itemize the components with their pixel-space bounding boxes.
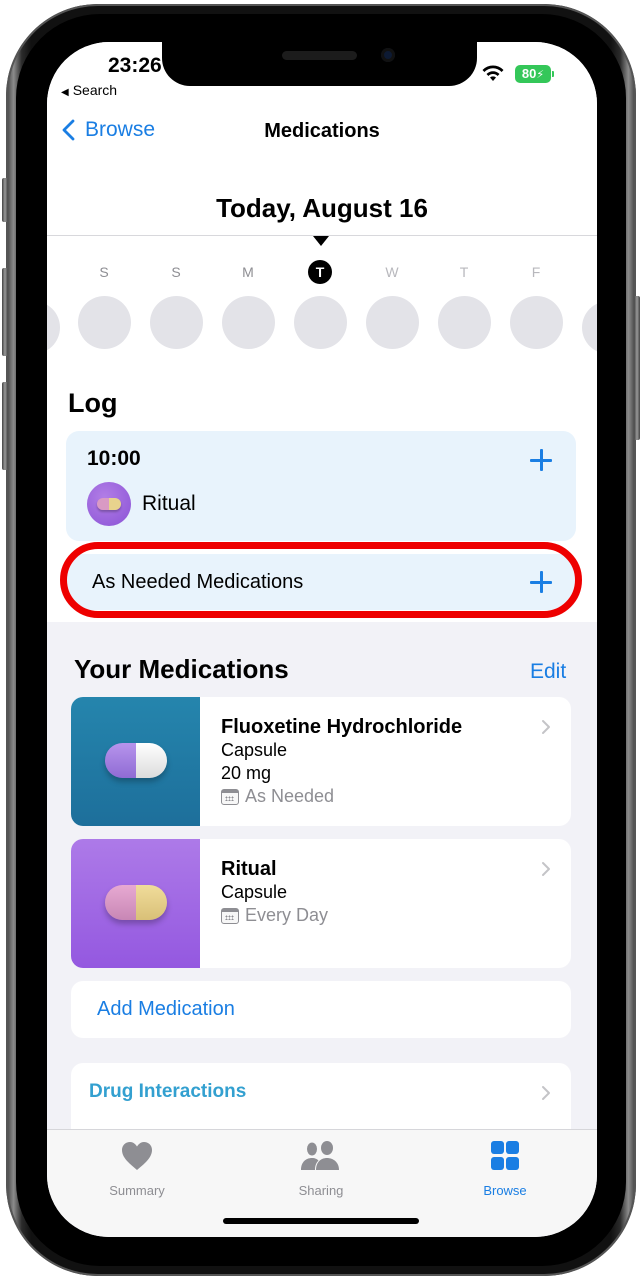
day-ring xyxy=(293,296,347,349)
day-ring xyxy=(77,296,131,349)
day-ring xyxy=(221,296,275,349)
day-letter: S xyxy=(171,264,181,280)
page-title: Medications xyxy=(264,120,380,142)
add-medication-label: Add Medication xyxy=(97,998,235,1020)
medication-schedule: As Needed xyxy=(221,785,462,808)
front-camera xyxy=(381,48,395,62)
week-strip: S S M T W T F xyxy=(47,260,597,354)
medication-card-ritual[interactable]: Ritual Capsule Every Day xyxy=(71,839,571,968)
day-friday[interactable]: F xyxy=(509,260,563,349)
day-letter: F xyxy=(531,264,541,280)
day-letter: M xyxy=(242,264,254,280)
log-medication-item[interactable]: Ritual xyxy=(87,482,196,526)
medication-info: Fluoxetine Hydrochloride Capsule 20 mg A… xyxy=(221,715,462,808)
capsule-icon xyxy=(97,498,121,510)
power-button xyxy=(634,296,640,440)
log-heading: Log xyxy=(68,388,118,418)
day-letter: S xyxy=(99,264,109,280)
your-medications-heading: Your Medications xyxy=(74,654,289,684)
people-icon xyxy=(301,1141,339,1170)
medication-form: Capsule xyxy=(221,882,288,902)
volume-up-button xyxy=(2,268,8,356)
medication-card-fluoxetine[interactable]: Fluoxetine Hydrochloride Capsule 20 mg A… xyxy=(71,697,571,826)
day-ring xyxy=(149,296,203,349)
battery-percent: 80 xyxy=(521,66,537,81)
chevron-right-icon xyxy=(542,1086,550,1100)
tab-label: Browse xyxy=(483,1183,527,1198)
as-needed-label: As Needed Medications xyxy=(92,571,304,593)
schedule-label: As Needed xyxy=(245,786,335,806)
ritual-avatar xyxy=(87,482,131,526)
edit-button[interactable]: Edit xyxy=(530,660,566,684)
tab-sharing[interactable]: Sharing xyxy=(261,1140,381,1198)
scheduled-log-card: 10:00 Ritual xyxy=(66,431,576,541)
day-letter: T xyxy=(459,264,469,280)
log-medication-name: Ritual xyxy=(142,492,196,515)
medication-info: Ritual Capsule Every Day xyxy=(221,857,328,927)
status-time: 23:26 xyxy=(108,54,162,77)
medication-form: Capsule xyxy=(221,740,288,760)
day-next-partial[interactable] xyxy=(581,260,597,354)
day-wednesday[interactable]: W xyxy=(365,260,419,349)
date-title: Today, August 16 xyxy=(216,193,428,223)
today-pointer-icon xyxy=(313,236,329,246)
back-to-app-link[interactable]: ◀ Search xyxy=(61,82,117,98)
day-sunday[interactable]: S xyxy=(149,260,203,349)
volume-down-button xyxy=(2,382,8,470)
day-ring xyxy=(581,301,597,354)
chevron-right-icon xyxy=(542,862,550,876)
medication-name: Ritual xyxy=(221,858,277,880)
back-app-label: Search xyxy=(72,82,118,98)
calendar-icon xyxy=(221,788,239,805)
grid-icon xyxy=(491,1141,519,1170)
schedule-label: Every Day xyxy=(245,905,329,925)
day-tuesday-today[interactable]: T xyxy=(293,260,347,349)
day-saturday[interactable]: S xyxy=(77,260,131,349)
medication-schedule: Every Day xyxy=(221,904,328,927)
battery-indicator: 80⚡ xyxy=(515,65,551,83)
day-ring xyxy=(365,296,419,349)
day-letter: T xyxy=(308,260,332,284)
charging-bolt-icon: ⚡ xyxy=(536,69,545,81)
capsule-icon xyxy=(105,743,167,778)
log-scheduled-plus-icon[interactable] xyxy=(530,449,552,471)
day-ring xyxy=(509,296,563,349)
day-letter: W xyxy=(385,264,399,280)
tab-label: Summary xyxy=(109,1183,165,1198)
wifi-icon xyxy=(482,65,504,81)
day-ring xyxy=(47,301,60,354)
day-thursday[interactable]: T xyxy=(437,260,491,349)
as-needed-medications-button[interactable]: As Needed Medications xyxy=(66,554,576,610)
notch xyxy=(162,42,477,86)
add-medication-button[interactable]: Add Medication xyxy=(71,981,571,1038)
capsule-icon xyxy=(105,885,167,920)
medication-name: Fluoxetine Hydrochloride xyxy=(221,716,463,738)
tab-summary[interactable]: Summary xyxy=(77,1140,197,1198)
medication-thumbnail xyxy=(71,839,200,968)
medication-strength: 20 mg xyxy=(221,763,272,783)
day-ring xyxy=(437,296,491,349)
speaker-grille xyxy=(282,51,357,60)
chevron-right-icon xyxy=(542,720,550,734)
log-time: 10:00 xyxy=(87,447,141,470)
day-monday[interactable]: M xyxy=(221,260,275,349)
drug-interactions-label: Drug Interactions xyxy=(89,1081,247,1102)
home-indicator[interactable] xyxy=(223,1218,419,1224)
medication-thumbnail xyxy=(71,697,200,826)
heart-icon xyxy=(122,1142,152,1170)
day-previous-partial[interactable] xyxy=(47,260,60,354)
tab-browse[interactable]: Browse xyxy=(445,1140,565,1198)
battery-tip xyxy=(552,71,554,77)
back-triangle-icon: ◀ xyxy=(61,87,69,98)
calendar-icon xyxy=(221,907,239,924)
tab-label: Sharing xyxy=(298,1183,344,1198)
mute-switch xyxy=(2,178,8,222)
add-as-needed-plus-icon[interactable] xyxy=(530,571,552,593)
screen: 23:26 ◀ Search 80⚡ Browse Medications Tod… xyxy=(47,42,597,1237)
